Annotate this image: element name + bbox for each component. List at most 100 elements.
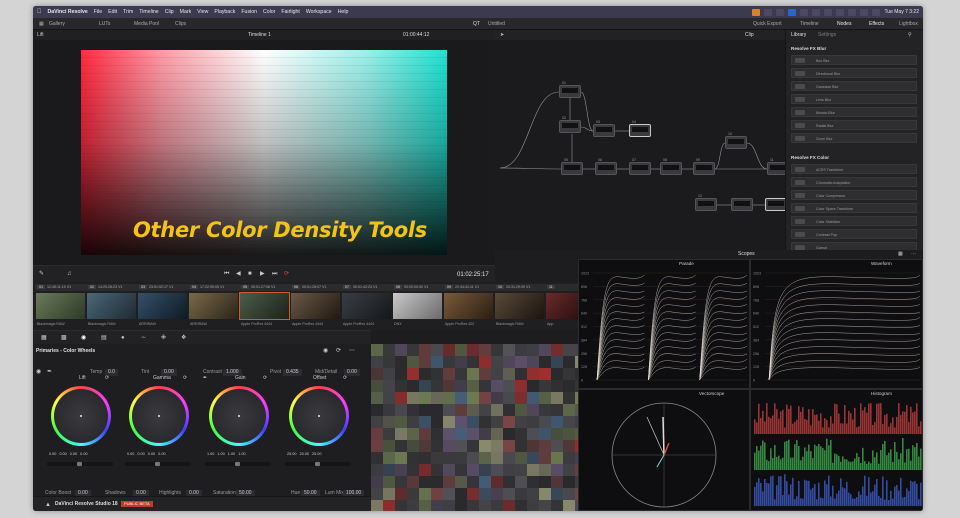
clip-thumbnail[interactable]: 05 00:01:27:08 V1 Apple ProRes 4444 xyxy=(239,284,290,328)
fx-item[interactable]: Color Compressor xyxy=(791,190,917,200)
node-editor[interactable]: 01 02 03 04 05 06 07 08 09 10 11 12 xyxy=(495,40,789,250)
wheel-puck[interactable] xyxy=(158,415,160,417)
menu-app[interactable]: DaVinci Resolve xyxy=(48,9,88,15)
node[interactable] xyxy=(725,136,747,149)
fx-item[interactable]: Gaussian Blur xyxy=(791,81,917,91)
menu-timeline[interactable]: Timeline xyxy=(139,9,158,15)
picker-icon[interactable]: ✒ xyxy=(203,376,207,381)
eyedropper-icon[interactable]: ✒ xyxy=(47,369,52,375)
menu-workspace[interactable]: Workspace xyxy=(306,9,332,15)
node[interactable] xyxy=(731,198,753,211)
value-b[interactable]: 25.00 xyxy=(312,452,322,456)
menu-trim[interactable]: Trim xyxy=(123,9,133,15)
clip-thumbnail[interactable]: 03 23:51:52:17 V1 ARRIRAW xyxy=(137,284,188,328)
node[interactable] xyxy=(559,120,581,133)
status-icon[interactable] xyxy=(788,8,797,16)
node[interactable] xyxy=(593,124,615,137)
clip-thumbnail[interactable]: 09 22:44:41:11 V1 Apple ProRes 422 xyxy=(443,284,494,328)
clip-thumbnail[interactable]: 10 20:31:29:09 V1 Blackmagic RAW xyxy=(494,284,545,328)
node[interactable] xyxy=(559,85,581,98)
menu-file[interactable]: File xyxy=(94,9,102,15)
node[interactable] xyxy=(695,198,717,211)
more-options-icon[interactable]: ⋯ xyxy=(349,348,355,354)
camera-raw-icon[interactable]: ▦ xyxy=(41,335,47,341)
offset-wheel[interactable] xyxy=(289,386,349,446)
apple-icon[interactable]:  xyxy=(37,9,42,15)
node[interactable] xyxy=(660,162,682,175)
parade-selector[interactable]: Parade xyxy=(679,261,694,266)
clip-thumbnail[interactable]: 07 00:01:42:23 V1 Apple ProRes 4444 xyxy=(341,284,392,328)
color-wheels-icon[interactable]: ◉ xyxy=(81,335,86,341)
scopes-layout-icon[interactable]: ▦ xyxy=(898,252,903,257)
viewer[interactable]: Other Color Density Tools xyxy=(33,40,495,265)
tab-settings[interactable]: Settings xyxy=(818,33,836,38)
fx-item[interactable]: Mosaic Blur xyxy=(791,107,917,117)
tab-media-pool[interactable]: Media Pool xyxy=(134,21,159,27)
node[interactable] xyxy=(561,162,583,175)
fx-item[interactable]: Box Blur xyxy=(791,55,917,65)
auto-balance-icon[interactable]: ◉ xyxy=(36,369,41,375)
menu-fairlight[interactable]: Fairlight xyxy=(281,9,299,15)
fx-item[interactable]: Radial Blur xyxy=(791,120,917,130)
play-reverse-icon[interactable]: ◀ xyxy=(236,271,241,277)
node[interactable] xyxy=(693,162,715,175)
search-icon[interactable]: ⚲ xyxy=(908,33,912,38)
lift-wheel[interactable] xyxy=(51,386,111,446)
fx-item[interactable]: Contrast Pop xyxy=(791,229,917,239)
clip-thumbnail[interactable]: 08 00:00:00:00 V1 DNX xyxy=(392,284,443,328)
reset-icon[interactable]: ⟳ xyxy=(343,376,347,381)
value-r[interactable]: 0.00 xyxy=(137,452,144,456)
volume-icon[interactable]: ♫ xyxy=(67,271,72,277)
pointer-tool-icon[interactable]: ➤ xyxy=(500,33,504,38)
timeline-selector[interactable]: Timeline 1 xyxy=(248,33,271,38)
search-icon[interactable] xyxy=(860,8,869,16)
fx-item[interactable]: ACES Transform xyxy=(791,164,917,174)
gain-wheel[interactable] xyxy=(209,386,269,446)
fx-item[interactable]: Lens Blur xyxy=(791,94,917,104)
histogram-selector[interactable]: Histogram xyxy=(871,391,892,396)
play-icon[interactable]: ▶ xyxy=(260,271,265,277)
reset-icon[interactable]: ⟳ xyxy=(105,376,109,381)
menu-color[interactable]: Color xyxy=(263,9,275,15)
master-wheel[interactable] xyxy=(47,462,113,466)
tab-gallery[interactable]: Gallery xyxy=(49,21,65,27)
wheel-puck[interactable] xyxy=(318,415,320,417)
master-wheel[interactable] xyxy=(125,462,191,466)
status-icon[interactable] xyxy=(812,8,821,16)
menu-view[interactable]: View xyxy=(197,9,208,15)
quick-export-button[interactable]: Quick Export xyxy=(753,21,782,27)
nodes-toggle[interactable]: Nodes xyxy=(837,21,851,27)
value-r[interactable]: 25.00 xyxy=(287,452,297,456)
value-g[interactable]: 0.00 xyxy=(148,452,155,456)
reset-icon[interactable]: ⟳ xyxy=(183,376,187,381)
menu-fusion[interactable]: Fusion xyxy=(241,9,257,15)
control-center-icon[interactable] xyxy=(872,8,881,16)
fx-item[interactable]: Color Stabilizer xyxy=(791,216,917,226)
pivot-field[interactable]: 0.435 xyxy=(283,369,302,376)
wheel-puck[interactable] xyxy=(238,415,240,417)
menu-mark[interactable]: Mark xyxy=(180,9,192,15)
value-r[interactable]: 1.00 xyxy=(217,452,224,456)
fx-item[interactable]: Chromatic Adaptation xyxy=(791,177,917,187)
wifi-icon[interactable] xyxy=(848,8,857,16)
motion-effects-icon[interactable]: ● xyxy=(121,335,125,341)
rgb-mixer-icon[interactable]: ▤ xyxy=(101,335,107,341)
value-r[interactable]: 0.00 xyxy=(59,452,66,456)
value-y[interactable]: 0.00 xyxy=(49,452,56,456)
lightbox-toggle[interactable]: Lightbox xyxy=(899,21,918,27)
menu-playback[interactable]: Playback xyxy=(214,9,235,15)
menu-clip[interactable]: Clip xyxy=(165,9,174,15)
status-icon[interactable] xyxy=(776,8,785,16)
value-g[interactable]: 0.00 xyxy=(70,452,77,456)
loop-icon[interactable]: ⟳ xyxy=(284,271,289,277)
go-to-start-icon[interactable]: ⏮ xyxy=(224,271,229,277)
waveform-selector[interactable]: Waveform xyxy=(871,261,892,266)
section-blur[interactable]: Resolve FX Blur xyxy=(791,46,826,51)
node[interactable] xyxy=(629,162,651,175)
mode-icon[interactable]: ◉ xyxy=(323,348,328,354)
value-b[interactable]: 0.00 xyxy=(80,452,87,456)
tab-clips[interactable]: Clips xyxy=(175,21,186,27)
more-options-icon[interactable]: ⋯ xyxy=(911,252,916,257)
master-wheel[interactable] xyxy=(285,462,351,466)
value-y[interactable]: 1.00 xyxy=(207,452,214,456)
